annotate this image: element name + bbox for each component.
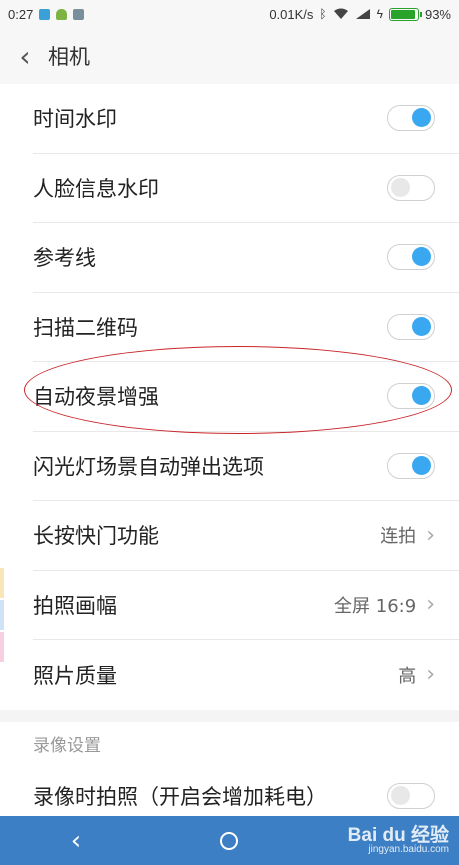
status-bar: 0:27 0.01K/s ᛒ ϟ 93% xyxy=(0,0,459,28)
setting-control xyxy=(387,313,435,340)
toggle-knob xyxy=(412,316,431,336)
toggle-switch-off[interactable] xyxy=(387,174,435,201)
toggle-knob xyxy=(391,177,410,197)
bluetooth-icon: ᛒ xyxy=(319,7,327,21)
setting-value: 全屏 16:9 xyxy=(334,595,417,617)
edge-tab xyxy=(0,632,4,662)
edge-tab xyxy=(0,568,4,598)
battery-icon xyxy=(388,7,422,21)
settings-row[interactable]: 扫描二维码 xyxy=(33,293,459,362)
setting-label: 拍照画幅 xyxy=(33,593,117,618)
settings-row[interactable]: 时间水印 xyxy=(33,84,459,154)
toggle-switch-off[interactable] xyxy=(387,783,435,810)
settings-row[interactable]: 拍照画幅 全屏 16:9 › xyxy=(33,571,459,640)
toggle-knob xyxy=(412,247,431,267)
setting-value: 高 xyxy=(398,665,417,687)
settings-row[interactable]: 人脸信息水印 xyxy=(33,154,459,223)
settings-row[interactable]: 参考线 xyxy=(33,223,459,293)
setting-label: 人脸信息水印 xyxy=(33,176,159,201)
section-divider xyxy=(0,709,459,722)
chevron-right-icon: › xyxy=(426,592,435,618)
setting-value: 连拍 xyxy=(380,526,417,548)
edge-tab xyxy=(0,600,4,630)
chevron-left-icon[interactable]: ‹ xyxy=(0,28,44,84)
wifi-icon xyxy=(333,8,348,19)
setting-label: 时间水印 xyxy=(33,107,117,132)
settings-row[interactable]: 自动夜景增强 xyxy=(33,362,459,432)
setting-control xyxy=(387,105,435,132)
setting-control: 连拍 › xyxy=(380,522,435,548)
setting-control xyxy=(387,452,435,479)
setting-control xyxy=(387,174,435,201)
battery-percent: 93% xyxy=(424,6,451,22)
watermark-main: Bai du 经验 xyxy=(347,825,449,846)
setting-control xyxy=(387,244,435,271)
notification-shield-icon xyxy=(39,8,51,20)
status-time: 0:27 xyxy=(8,6,34,22)
toggle-knob xyxy=(412,455,431,475)
setting-label: 长按快门功能 xyxy=(33,524,159,549)
setting-label: 录像时拍照（开启会增加耗电） xyxy=(33,785,327,810)
settings-list: 时间水印 人脸信息水印 参考线 扫描二维码 自动夜景增强 闪光灯场景自动弹出选项 长按快门功… xyxy=(0,84,459,831)
toggle-switch-on[interactable] xyxy=(387,452,435,479)
setting-label: 扫描二维码 xyxy=(33,315,138,340)
toggle-knob xyxy=(391,786,410,806)
chevron-right-icon: › xyxy=(426,522,435,548)
section-header: 录像设置 xyxy=(33,735,101,756)
setting-control xyxy=(387,783,435,810)
setting-label: 闪光灯场景自动弹出选项 xyxy=(33,454,264,479)
toggle-switch-on[interactable] xyxy=(387,105,435,132)
toggle-knob xyxy=(412,108,431,128)
nav-home-icon[interactable] xyxy=(220,832,238,850)
setting-control xyxy=(387,383,435,410)
charging-icon: ϟ xyxy=(376,7,383,21)
setting-label: 参考线 xyxy=(33,246,96,271)
settings-row[interactable]: 闪光灯场景自动弹出选项 xyxy=(33,432,459,501)
setting-control: 全屏 16:9 › xyxy=(334,592,435,618)
toggle-knob xyxy=(412,386,431,406)
signal-icon xyxy=(355,9,370,19)
app-bar: ‹ 相机 xyxy=(0,28,459,84)
nav-back-icon[interactable]: ‹ xyxy=(64,826,88,856)
setting-control: 高 › xyxy=(398,662,435,688)
settings-row[interactable]: 长按快门功能 连拍 › xyxy=(33,501,459,571)
network-speed: 0.01K/s xyxy=(269,6,314,22)
notification-app-icon xyxy=(73,8,85,20)
toggle-switch-on[interactable] xyxy=(387,313,435,340)
watermark: Bai du 经验 jingyan.baidu.com xyxy=(348,820,449,855)
toggle-switch-on[interactable] xyxy=(387,244,435,271)
android-icon xyxy=(56,8,68,20)
chevron-right-icon: › xyxy=(426,662,435,688)
settings-row[interactable]: 照片质量高 › xyxy=(33,640,459,710)
setting-label: 照片质量 xyxy=(33,663,117,688)
setting-label: 自动夜景增强 xyxy=(33,385,159,410)
toggle-switch-on[interactable] xyxy=(387,383,435,410)
page-title: 相机 xyxy=(48,45,90,69)
navigation-bar: ‹ Bai du 经验 jingyan.baidu.com xyxy=(0,816,459,865)
